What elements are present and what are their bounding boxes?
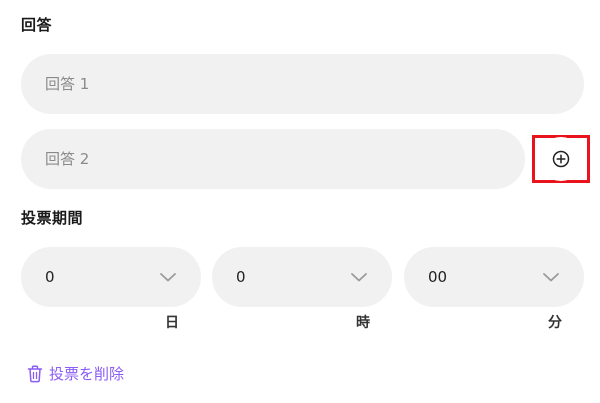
chevron-down-icon <box>542 271 560 283</box>
answers-heading: 回答 <box>21 16 53 34</box>
minutes-unit-label: 分 <box>548 315 562 331</box>
hours-unit-label: 時 <box>356 315 370 331</box>
days-select[interactable]: 0 <box>21 247 201 307</box>
poll-editor: 回答 投票期間 0 0 00 <box>0 0 600 403</box>
days-unit-label: 日 <box>165 315 179 331</box>
answer-2-input[interactable] <box>21 129 525 189</box>
add-answer-button[interactable] <box>539 137 583 181</box>
chevron-down-icon <box>350 271 368 283</box>
plus-circle-icon <box>552 150 570 168</box>
answer-1-input[interactable] <box>21 54 584 114</box>
minutes-select[interactable]: 00 <box>404 247 584 307</box>
minutes-value: 00 <box>428 268 448 286</box>
poll-period-heading: 投票期間 <box>21 209 84 227</box>
days-value: 0 <box>45 268 55 286</box>
chevron-down-icon <box>159 271 177 283</box>
trash-icon <box>27 364 43 383</box>
hours-value: 0 <box>236 268 246 286</box>
remove-poll-button[interactable]: 投票を削除 <box>27 363 124 384</box>
remove-poll-label: 投票を削除 <box>49 365 125 383</box>
hours-select[interactable]: 0 <box>212 247 392 307</box>
